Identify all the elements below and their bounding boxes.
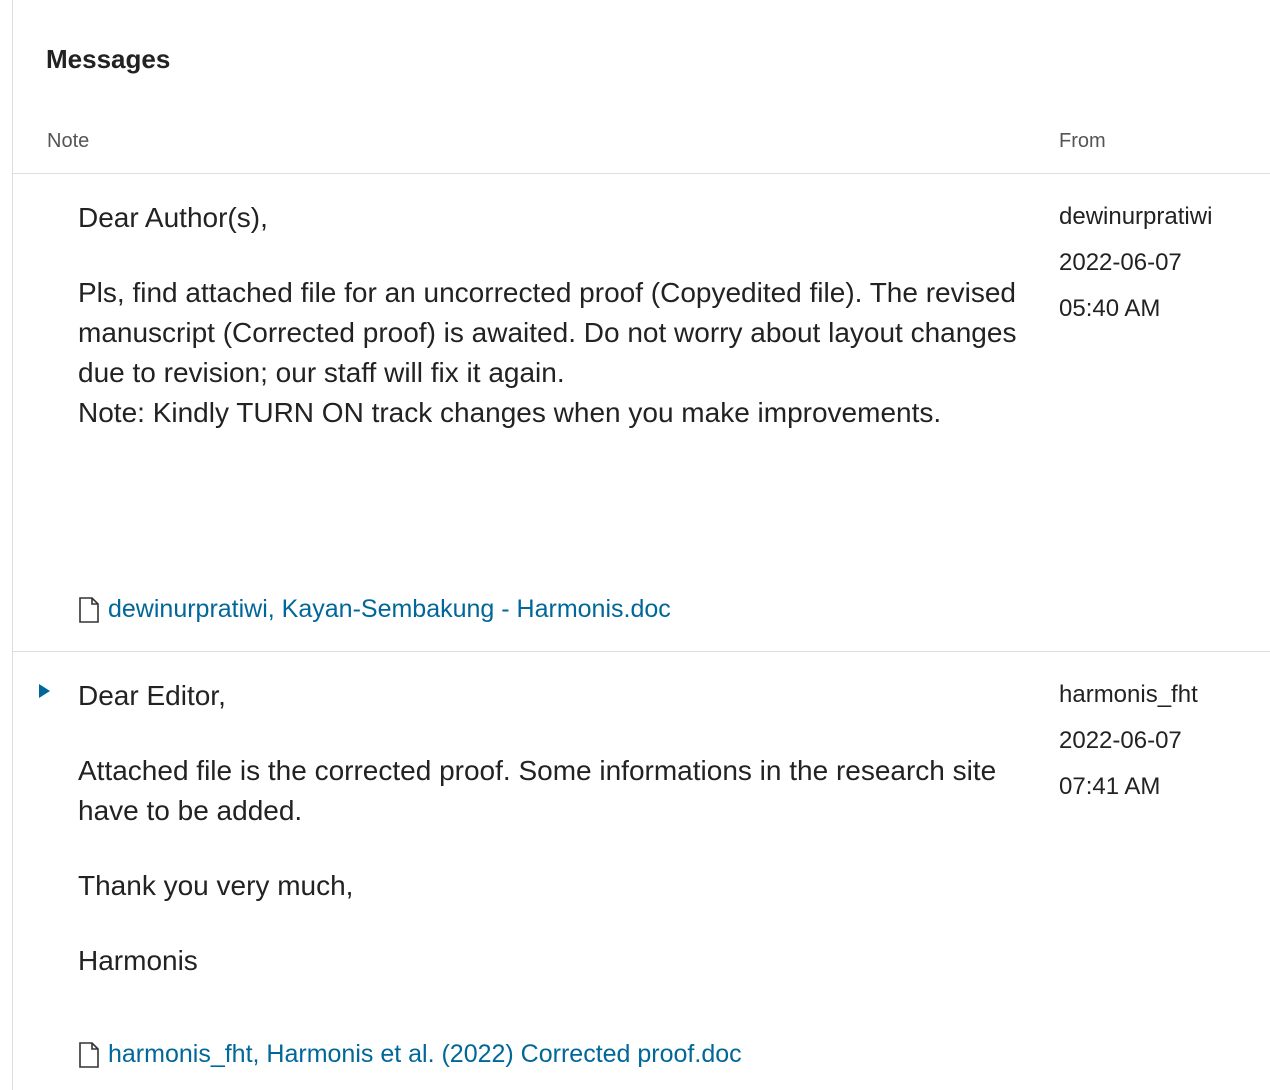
from-time: 07:41 AM xyxy=(1059,773,1161,800)
from-user: dewinurpratiwi xyxy=(1059,203,1213,230)
row-divider xyxy=(13,173,1270,174)
messages-panel: Messages Note From Dear Author(s), Pls, … xyxy=(12,0,1270,1090)
attachment-link[interactable]: dewinurpratiwi, Kayan-Sembakung - Harmon… xyxy=(78,595,671,624)
file-icon xyxy=(78,596,100,623)
from-user: harmonis_fht xyxy=(1059,681,1198,708)
message-paragraph: Thank you very much, xyxy=(78,870,354,901)
column-header-from: From xyxy=(1059,130,1106,152)
file-icon xyxy=(78,1041,100,1068)
message-paragraph: Dear Editor, xyxy=(78,680,226,711)
from-date: 2022-06-07 xyxy=(1059,249,1182,276)
from-time: 05:40 AM xyxy=(1059,295,1161,322)
message-paragraph: Dear Author(s), xyxy=(78,202,268,233)
column-header-note: Note xyxy=(47,130,90,152)
attachment-link[interactable]: harmonis_fht, Harmonis et al. (2022) Cor… xyxy=(78,1040,742,1069)
message-paragraph: Attached file is the corrected proof. So… xyxy=(78,755,997,826)
message-from: harmonis_fht 2022-06-07 07:41 AM xyxy=(1059,672,1198,810)
triangle-right-icon[interactable] xyxy=(39,684,50,698)
panel-title: Messages xyxy=(46,44,171,74)
message-note: Dear Editor, Attached file is the correc… xyxy=(78,676,1018,981)
row-divider xyxy=(13,651,1270,652)
attachment-filename: harmonis_fht, Harmonis et al. (2022) Cor… xyxy=(108,1040,742,1068)
message-paragraph: Pls, find attached file for an uncorrect… xyxy=(78,277,1017,428)
from-date: 2022-06-07 xyxy=(1059,727,1182,754)
attachment-filename: dewinurpratiwi, Kayan-Sembakung - Harmon… xyxy=(108,595,671,623)
message-from: dewinurpratiwi 2022-06-07 05:40 AM xyxy=(1059,194,1212,332)
message-paragraph: Harmonis xyxy=(78,945,198,976)
message-note: Dear Author(s), Pls, find attached file … xyxy=(78,198,1018,433)
